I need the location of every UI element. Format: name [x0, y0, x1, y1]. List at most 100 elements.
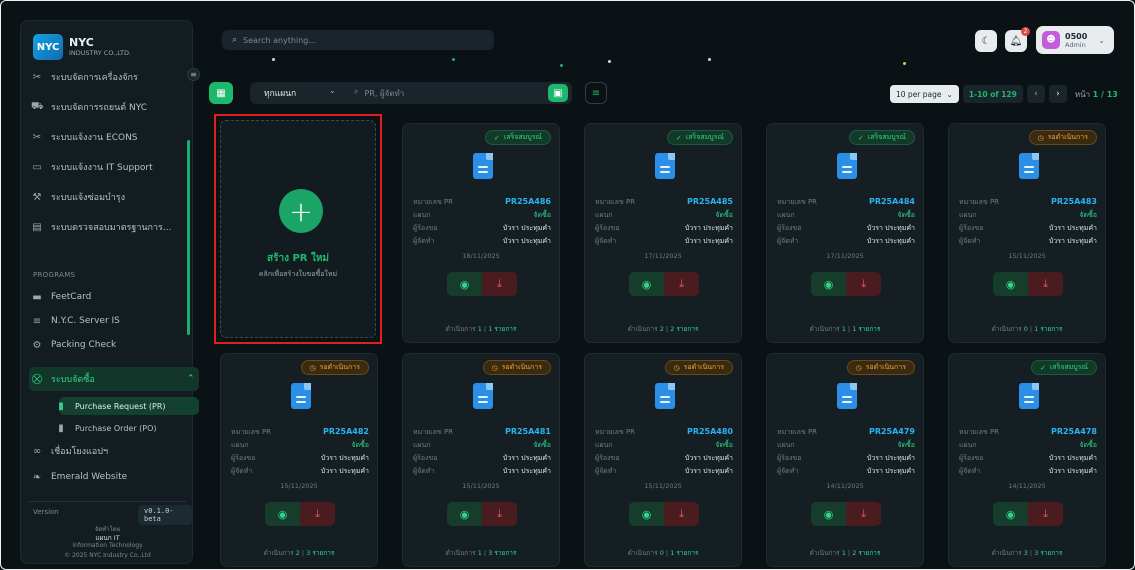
search-bar[interactable]: ⌕	[222, 30, 494, 50]
sidebar-subitem-po[interactable]: ▮ Purchase Order (PO)	[55, 418, 156, 438]
download-button[interactable]: ⤓	[1028, 502, 1063, 526]
document-icon	[291, 383, 311, 409]
view-button[interactable]: ◉	[447, 502, 482, 526]
dark-mode-toggle[interactable]: ☾	[975, 30, 997, 52]
sort-button[interactable]: ≡	[585, 82, 607, 104]
card-actions: ◉ ⤓	[811, 502, 881, 526]
download-button[interactable]: ⤓	[664, 272, 699, 296]
requester-value: บัวรา ประทุมคำ	[684, 454, 733, 462]
create-pr-card[interactable]: + สร้าง PR ใหม่ คลิกเพื่อสร้างใบขอซื้อให…	[214, 114, 382, 344]
status-label: รอดำเนินการ	[501, 363, 542, 371]
maker-label: ผู้จัดทำ	[777, 467, 799, 475]
search-input[interactable]	[243, 35, 444, 45]
sidebar-item-packing[interactable]: ⚙ Packing Check	[31, 335, 117, 355]
sidebar-item-label: ระบบแจ้งซ่อมบำรุง	[51, 193, 126, 203]
chevron-left-icon: ‹	[1034, 89, 1038, 99]
requester-row: ผู้ร้องขอ บัวรา ประทุมคำ	[231, 453, 369, 464]
package-icon: ⚙	[32, 339, 42, 351]
pr-card[interactable]: ◷ รอดำเนินการ หมายเลข PR PR25A483 แผนก จ…	[948, 123, 1106, 343]
sidebar-item-econs[interactable]: ✂ ระบบแจ้งงาน ECONS	[31, 127, 138, 147]
clock-icon: ◷	[491, 363, 498, 372]
view-button[interactable]: ◉	[993, 502, 1028, 526]
pr-card[interactable]: ✓ เสร็จสมบูรณ์ หมายเลข PR PR25A486 แผนก …	[402, 123, 560, 343]
maker-value: บัวรา ประทุมคำ	[502, 237, 551, 245]
download-button[interactable]: ⤓	[482, 272, 517, 296]
pr-card[interactable]: ◷ รอดำเนินการ หมายเลข PR PR25A480 แผนก จ…	[584, 353, 742, 567]
user-menu[interactable]: ☻ 0500 Admin ⌄	[1036, 26, 1114, 54]
sidebar-item-purchasing[interactable]: ⛒ ระบบจัดซื้อ ⌃	[31, 369, 195, 389]
dept-row: แผนก จัดซื้อ	[595, 440, 733, 451]
sidebar-item-maintenance[interactable]: ⚒ ระบบแจ้งซ่อมบำรุง	[31, 187, 126, 207]
pr-date: 15/11/2025	[280, 482, 318, 490]
decor-dot	[903, 62, 906, 65]
download-button[interactable]: ⤓	[664, 502, 699, 526]
view-button[interactable]: ◉	[265, 502, 300, 526]
maker-row: ผู้จัดทำ บัวรา ประทุมคำ	[595, 466, 733, 477]
sidebar-toggle-icon[interactable]: ≡	[187, 68, 200, 81]
sidebar-scrollbar[interactable]	[187, 140, 190, 335]
pr-card[interactable]: ◷ รอดำเนินการ หมายเลข PR PR25A482 แผนก จ…	[220, 353, 378, 567]
pr-card[interactable]: ◷ รอดำเนินการ หมายเลข PR PR25A481 แผนก จ…	[402, 353, 560, 567]
dept-row: แผนก จัดซื้อ	[959, 210, 1097, 221]
dept-value: จัดซื้อ	[715, 441, 733, 449]
download-button[interactable]: ⤓	[846, 272, 881, 296]
requester-row: ผู้ร้องขอ บัวรา ประทุมคำ	[413, 223, 551, 234]
filter-search[interactable]: ⌕ PR, ผู้จัดทำ	[346, 87, 404, 100]
divider	[29, 501, 186, 502]
download-button[interactable]: ⤓	[300, 502, 335, 526]
sidebar-item-feetcard[interactable]: ▬ FeetCard	[31, 287, 91, 307]
decor-dot	[272, 58, 275, 61]
pr-card[interactable]: ◷ รอดำเนินการ หมายเลข PR PR25A479 แผนก จ…	[766, 353, 924, 567]
pr-card[interactable]: ✓ เสร็จสมบูรณ์ หมายเลข PR PR25A484 แผนก …	[766, 123, 924, 343]
sidebar-item-standards[interactable]: ▤ ระบบตรวจสอบมาตรฐานการ...	[31, 217, 171, 237]
view-toggle-button[interactable]: ▦	[209, 82, 233, 104]
view-button[interactable]: ◉	[447, 272, 482, 296]
department-select[interactable]: ทุกแผนก ⌄	[250, 86, 346, 100]
sidebar-item-it-support[interactable]: ▭ ระบบแจ้งงาน IT Support	[31, 157, 152, 177]
card-actions: ◉ ⤓	[447, 272, 517, 296]
sidebar-item-server[interactable]: ≡ N.Y.C. Server IS	[31, 311, 120, 331]
create-pr-subtitle: คลิกเพื่อสร้างใบขอซื้อใหม่	[258, 270, 338, 278]
copyright: © 2025 NYC Industry Co.,Ltd	[64, 552, 151, 559]
user-name: 0500	[1065, 31, 1088, 41]
pr-number-label: หมายเลข PR	[413, 198, 454, 206]
notifications-button[interactable]: 🔔︎ 2	[1005, 27, 1030, 52]
sidebar-item-cars[interactable]: ⛟ ระบบจัดการรถยนต์ NYC	[31, 97, 147, 117]
sidebar-section-title: PROGRAMS	[33, 271, 76, 279]
download-button[interactable]: ⤓	[1028, 272, 1063, 296]
pr-number-row: หมายเลข PR PR25A482	[231, 427, 369, 438]
brand[interactable]: NYC NYC INDUSTRY CO.,LTD.	[33, 34, 131, 60]
date-picker-button[interactable]: ▣	[548, 84, 568, 102]
pr-card[interactable]: ✓ เสร็จสมบูรณ์ หมายเลข PR PR25A478 แผนก …	[948, 353, 1106, 567]
prev-page-button[interactable]: ‹	[1026, 85, 1045, 103]
tools-icon: ✂	[32, 71, 42, 83]
view-button[interactable]: ◉	[811, 502, 846, 526]
view-button[interactable]: ◉	[993, 272, 1028, 296]
eye-icon: ◉	[641, 507, 652, 521]
dept-row: แผนก จัดซื้อ	[959, 440, 1097, 451]
progress-summary: ดำเนินการ 1 | 2 รายการ	[809, 549, 881, 557]
pr-date: 14/11/2025	[826, 482, 864, 490]
grid-icon: ▦	[216, 87, 226, 99]
pr-card[interactable]: ✓ เสร็จสมบูรณ์ หมายเลข PR PR25A485 แผนก …	[584, 123, 742, 343]
pr-date: 18/11/2025	[462, 252, 500, 260]
sidebar-item-machines[interactable]: ✂ ระบบจัดการเครื่องจักร	[31, 67, 138, 87]
sidebar-subitem-pr[interactable]: ▮ Purchase Request (PR)	[55, 396, 165, 416]
status-label: รอดำเนินการ	[865, 363, 906, 371]
view-button[interactable]: ◉	[629, 272, 664, 296]
progress-done: 1	[841, 325, 846, 333]
view-button[interactable]: ◉	[811, 272, 846, 296]
view-button[interactable]: ◉	[629, 502, 664, 526]
download-button[interactable]: ⤓	[846, 502, 881, 526]
sidebar-item-links[interactable]: ∞ เชื่อมโยงแอปฯ	[31, 441, 108, 461]
per-page-select[interactable]: 10 per page ⌄	[890, 85, 959, 103]
pr-number-row: หมายเลข PR PR25A486	[413, 197, 551, 208]
dept-row: แผนก จัดซื้อ	[777, 440, 915, 451]
tools-icon: ✂	[32, 131, 42, 143]
download-button[interactable]: ⤓	[482, 502, 517, 526]
next-page-button[interactable]: ›	[1048, 85, 1067, 103]
page-indicator: หน้า 1 / 13	[1075, 88, 1118, 101]
pr-number: PR25A484	[868, 197, 915, 206]
eye-icon: ◉	[1005, 277, 1016, 291]
sidebar-item-emerald[interactable]: ❧ Emerald Website	[31, 467, 127, 487]
